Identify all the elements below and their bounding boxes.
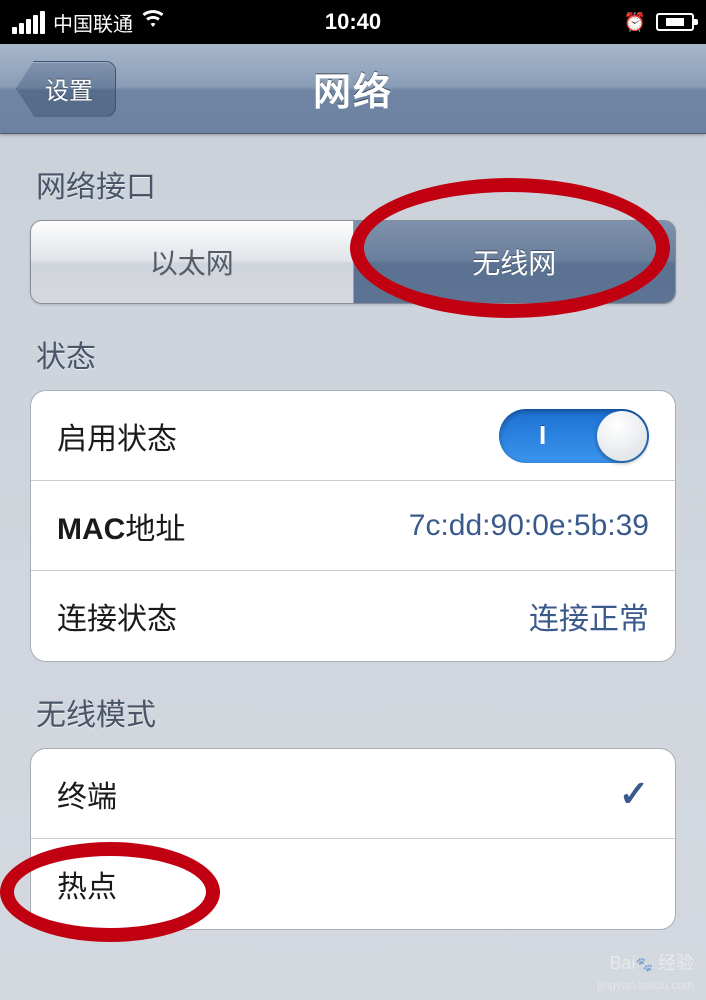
battery-icon <box>656 13 694 31</box>
row-hotspot-label: 热点 <box>57 862 117 906</box>
status-right: ⏰ <box>624 12 694 33</box>
row-terminal[interactable]: 终端 ✓ <box>31 749 675 839</box>
segment-ethernet[interactable]: 以太网 <box>31 221 354 303</box>
status-left: 中国联通 <box>12 7 165 37</box>
checkmark-icon: ✓ <box>619 773 649 815</box>
row-conn-value: 连接正常 <box>529 594 649 638</box>
segment-wireless[interactable]: 无线网 <box>354 221 676 303</box>
carrier-label: 中国联通 <box>53 8 133 37</box>
status-time: 10:40 <box>325 9 381 35</box>
watermark: Bai🐾 经验 jingyan.baidu.com <box>597 954 694 994</box>
content-scroll[interactable]: 网络接口 以太网 无线网 状态 启用状态 I MAC地址 7c:dd:90:0e… <box>0 134 706 1000</box>
toggle-on-label: I <box>539 420 546 451</box>
section-header-status: 状态 <box>0 304 706 390</box>
page-title: 网络 <box>313 61 393 116</box>
row-enable-label: 启用状态 <box>57 414 177 458</box>
segment-wireless-label: 无线网 <box>472 242 556 282</box>
alarm-icon: ⏰ <box>624 12 646 33</box>
segmented-interface: 以太网 无线网 <box>30 220 676 304</box>
nav-header: 设置 网络 <box>0 44 706 134</box>
row-conn-label: 连接状态 <box>57 594 177 638</box>
section-header-wireless-mode: 无线模式 <box>0 662 706 748</box>
row-mac-value: 7c:dd:90:0e:5b:39 <box>409 509 649 543</box>
row-mac-address: MAC地址 7c:dd:90:0e:5b:39 <box>31 481 675 571</box>
row-mac-label: MAC地址 <box>57 504 185 548</box>
toggle-knob-icon <box>597 411 647 461</box>
segment-ethernet-label: 以太网 <box>150 242 234 282</box>
row-terminal-label: 终端 <box>57 772 117 816</box>
back-button[interactable]: 设置 <box>16 61 116 117</box>
section-header-interface: 网络接口 <box>0 134 706 220</box>
status-bar: 中国联通 10:40 ⏰ <box>0 0 706 44</box>
row-enable-status: 启用状态 I <box>31 391 675 481</box>
row-connection-status: 连接状态 连接正常 <box>31 571 675 661</box>
table-wireless-mode: 终端 ✓ 热点 <box>30 748 676 930</box>
signal-icon <box>12 11 45 34</box>
enable-toggle[interactable]: I <box>499 409 649 463</box>
back-button-label: 设置 <box>45 71 93 106</box>
row-hotspot[interactable]: 热点 <box>31 839 675 929</box>
table-status: 启用状态 I MAC地址 7c:dd:90:0e:5b:39 连接状态 连接正常 <box>30 390 676 662</box>
wifi-icon <box>141 7 165 37</box>
